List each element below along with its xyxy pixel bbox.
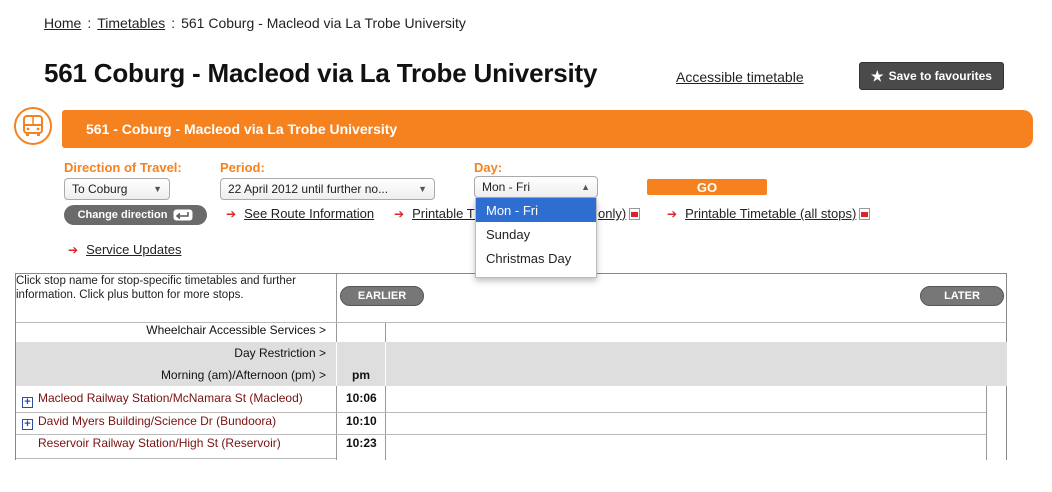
day-select-value: Mon - Fri	[482, 180, 530, 194]
day-restriction-label: Day Restriction >	[234, 346, 326, 360]
direction-select-value: To Coburg	[72, 182, 128, 196]
day-option-christmas-day[interactable]: Christmas Day	[476, 246, 596, 270]
arrow-right-icon: ➔	[226, 206, 237, 221]
row-divider	[16, 412, 986, 413]
change-direction-label: Change direction	[77, 209, 168, 221]
breadcrumb-current: 561 Coburg - Macleod via La Trobe Univer…	[181, 15, 466, 31]
arrow-right-icon: ➔	[667, 206, 678, 221]
stop-time: 10:10	[346, 414, 377, 428]
direction-select[interactable]: To Coburg ▼	[64, 178, 170, 200]
printable-timetable-link-suffix[interactable]: only)	[598, 206, 626, 221]
day-select[interactable]: Mon - Fri ▲	[474, 176, 598, 198]
printable-all-link-row: ➔ Printable Timetable (all stops)	[667, 206, 871, 221]
printable-timetable-all-link[interactable]: Printable Timetable (all stops)	[685, 206, 856, 221]
ampm-label: Morning (am)/Afternoon (pm) >	[160, 368, 326, 382]
breadcrumb-home[interactable]: Home	[44, 15, 81, 31]
printable-partial-link-row: ➔ Printable Ti	[394, 206, 477, 221]
printable-partial-suffix-row: only)	[598, 206, 641, 221]
row-divider	[16, 458, 336, 459]
timetable-instructions: Click stop name for stop-specific timeta…	[16, 275, 296, 301]
day-label: Day:	[474, 160, 503, 175]
return-arrow-icon	[173, 209, 193, 221]
service-updates-link[interactable]: Service Updates	[86, 242, 181, 257]
day-dropdown-menu: Mon - Fri Sunday Christmas Day	[475, 198, 597, 278]
save-to-favourites-label: Save to favourites	[888, 69, 992, 83]
go-button[interactable]: GO	[647, 179, 767, 195]
column-divider	[385, 342, 386, 364]
period-select-value: 22 April 2012 until further no...	[228, 182, 389, 196]
route-banner: 561 - Coburg - Macleod via La Trobe Univ…	[62, 110, 1033, 148]
star-icon: ★	[871, 68, 884, 84]
service-updates-link-row: ➔ Service Updates	[68, 242, 181, 257]
pdf-icon	[629, 207, 641, 220]
route-banner-text: 561 - Coburg - Macleod via La Trobe Univ…	[86, 121, 398, 137]
save-to-favourites-button[interactable]: ★ Save to favourites	[859, 62, 1004, 90]
chevron-down-icon: ▼	[153, 184, 162, 194]
later-button[interactable]: LATER	[920, 286, 1004, 306]
column-divider	[336, 364, 337, 386]
route-info-link-row: ➔ See Route Information	[226, 206, 374, 221]
earlier-button[interactable]: EARLIER	[340, 286, 424, 306]
column-divider	[336, 342, 337, 364]
day-option-mon-fri[interactable]: Mon - Fri	[476, 198, 596, 222]
change-direction-button[interactable]: Change direction	[64, 205, 207, 225]
bus-icon	[14, 107, 52, 145]
expand-plus-icon[interactable]: +	[22, 419, 33, 430]
ampm-value: pm	[352, 368, 370, 382]
arrow-right-icon: ➔	[394, 206, 405, 221]
stop-time: 10:06	[346, 391, 377, 405]
stop-link[interactable]: Reservoir Railway Station/High St (Reser…	[38, 436, 281, 450]
wheelchair-services-label: Wheelchair Accessible Services >	[146, 323, 326, 337]
expand-plus-icon[interactable]: +	[22, 397, 33, 408]
direction-label: Direction of Travel:	[64, 160, 182, 175]
row-divider	[16, 434, 986, 435]
chevron-down-icon: ▼	[418, 184, 427, 194]
stop-time: 10:23	[346, 436, 377, 450]
printable-timetable-link-partial[interactable]: Printable Ti	[412, 206, 477, 221]
breadcrumb: Home: Timetables:561 Coburg - Macleod via…	[44, 15, 466, 31]
breadcrumb-timetables[interactable]: Timetables	[97, 15, 165, 31]
period-label: Period:	[220, 160, 265, 175]
arrow-right-icon: ➔	[68, 242, 79, 257]
period-select[interactable]: 22 April 2012 until further no... ▼	[220, 178, 435, 200]
pdf-icon	[859, 207, 871, 220]
see-route-information-link[interactable]: See Route Information	[244, 206, 374, 221]
column-divider	[385, 364, 386, 386]
page-title: 561 Coburg - Macleod via La Trobe Univer…	[44, 58, 598, 88]
stop-link[interactable]: Macleod Railway Station/McNamara St (Mac…	[38, 391, 303, 405]
day-option-sunday[interactable]: Sunday	[476, 222, 596, 246]
stop-link[interactable]: David Myers Building/Science Dr (Bundoor…	[38, 414, 276, 428]
chevron-up-icon: ▲	[581, 182, 590, 192]
column-divider	[986, 386, 987, 460]
accessible-timetable-link[interactable]: Accessible timetable	[676, 69, 804, 85]
